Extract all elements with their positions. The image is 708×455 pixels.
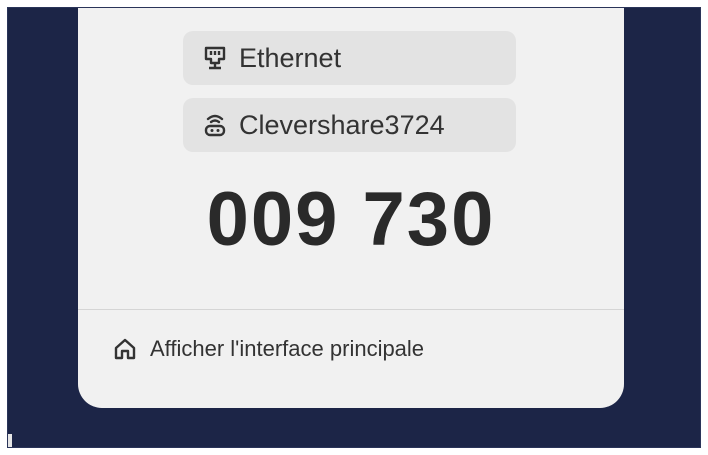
ethernet-icon <box>201 44 229 72</box>
edge-mark <box>8 434 12 447</box>
screen-frame: Ethernet Clevershare3724 009 730 Affiche… <box>7 7 701 448</box>
ethernet-label: Ethernet <box>239 42 342 73</box>
show-main-interface-button[interactable]: Afficher l'interface principale <box>112 336 424 362</box>
home-icon <box>112 336 138 362</box>
pairing-code: 009 730 <box>206 177 496 262</box>
wifi-network-label: Clevershare3724 <box>239 109 445 140</box>
show-main-interface-label: Afficher l'interface principale <box>150 336 425 361</box>
divider <box>78 309 624 310</box>
ethernet-status: Ethernet <box>183 31 516 85</box>
wifi-network-status: Clevershare3724 <box>183 98 516 152</box>
share-code-card: Ethernet Clevershare3724 009 730 Affiche… <box>78 8 624 408</box>
wireless-router-icon <box>201 111 229 139</box>
